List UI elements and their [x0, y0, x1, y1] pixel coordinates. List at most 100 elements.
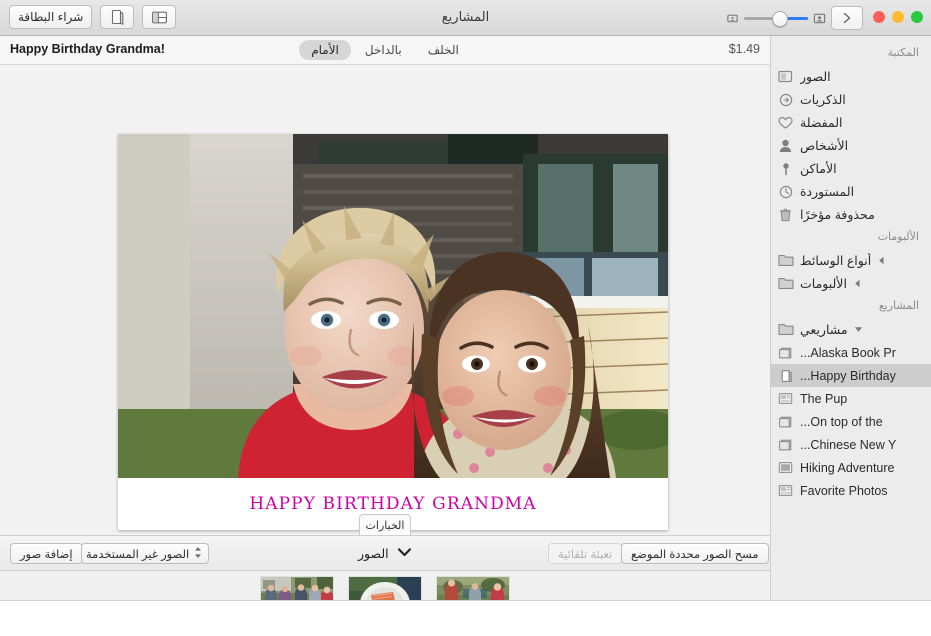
add-photos-button[interactable]: إضافة صور	[10, 543, 83, 564]
project-label: Hiking Adventure	[800, 460, 895, 475]
sidebar-section-header-albums: الألبومات	[877, 231, 919, 243]
sidebar-item-people[interactable]: الأشخاص	[771, 134, 931, 157]
project-item-happy-birthday[interactable]: Happy Birthday...	[771, 364, 931, 387]
greeting-card[interactable]: HAPPY BIRTHDAY GRANDMA	[118, 134, 668, 530]
project-label: Chinese New Y...	[800, 437, 897, 452]
add-photos-label: إضافة صور	[20, 548, 73, 561]
slider-track[interactable]	[744, 10, 808, 27]
trash-icon	[777, 207, 794, 222]
folder-icon	[777, 276, 794, 291]
book-project-icon	[777, 437, 794, 452]
card-caption-text: HAPPY BIRTHDAY GRANDMA	[249, 494, 537, 514]
chevron-down-icon[interactable]	[854, 324, 863, 335]
window-footer	[0, 600, 931, 636]
sidebar-item-media-types[interactable]: أنواع الوسائط	[771, 249, 931, 272]
segment-back[interactable]: الخلف	[416, 40, 471, 60]
unused-photos-stepper[interactable]: الصور غير المستخدمة	[81, 543, 210, 564]
layout-panel-icon	[151, 11, 167, 23]
sidebar-item-my-projects[interactable]: مشاريعي	[771, 318, 931, 341]
folder-icon	[777, 322, 794, 337]
options-tab-button[interactable]: الخيارات	[359, 514, 411, 535]
project-item-chinese-new-year[interactable]: Chinese New Y...	[771, 433, 931, 456]
card-canvas[interactable]: HAPPY BIRTHDAY GRANDMA الخيارات	[0, 65, 770, 535]
buy-card-label: شراء البطاقة	[18, 10, 84, 24]
sidebar-item-favorites[interactable]: المفضلة	[771, 111, 931, 134]
project-sub-toolbar: Happy Birthday Grandma! $1.49 الأمام بال…	[0, 36, 770, 65]
stepper-arrows-icon[interactable]	[194, 546, 202, 562]
sidebar-item-recently-deleted[interactable]: محذوفة مؤخرًا	[771, 203, 931, 226]
sidebar-label: أنواع الوسائط	[800, 254, 872, 268]
sidebar-item-imported[interactable]: المستوردة	[771, 180, 931, 203]
sidebar-label: الأماكن	[800, 162, 837, 176]
minimize-button[interactable]	[892, 11, 904, 23]
segment-front[interactable]: الأمام	[299, 40, 351, 60]
sidebar-item-places[interactable]: الأماكن	[771, 157, 931, 180]
sidebar-item-photos[interactable]: الصور	[771, 65, 931, 88]
unused-photos-label: الصور غير المستخدمة	[86, 548, 190, 561]
card-side-segmented-control[interactable]: الأمام بالداخل الخلف	[255, 40, 515, 60]
sidebar-label: الأشخاص	[800, 139, 849, 153]
project-label: Alaska Book Pr...	[800, 345, 896, 360]
photos-popup-button[interactable]: الصور	[358, 542, 412, 564]
pin-icon	[777, 161, 794, 176]
card-project-icon	[777, 368, 794, 383]
project-item-hiking-adventure[interactable]: Hiking Adventure	[771, 456, 931, 479]
small-thumbnail-icon	[813, 13, 826, 23]
project-label: Happy Birthday...	[800, 368, 896, 383]
options-tab-label: الخيارات	[365, 519, 405, 532]
sidebar-section-header-library: المكتبة	[887, 47, 919, 59]
clock-icon	[777, 184, 794, 199]
project-item-on-top-of-the[interactable]: On top of the...	[771, 410, 931, 433]
folder-icon	[777, 253, 794, 268]
sidebar-label: المستوردة	[800, 185, 855, 199]
book-project-icon	[777, 345, 794, 360]
buy-card-button[interactable]: شراء البطاقة	[9, 5, 93, 29]
chevron-left-icon[interactable]	[853, 278, 862, 289]
chevron-down-icon[interactable]	[397, 546, 412, 560]
bottom-toolbar: إضافة صور الصور غير المستخدمة الصور تعبئ…	[0, 535, 770, 571]
maximize-button[interactable]	[911, 11, 923, 23]
project-item-alaska-book[interactable]: Alaska Book Pr...	[771, 341, 931, 364]
sidebar-section-header-projects: المشاريع	[878, 300, 919, 312]
project-price: $1.49	[728, 42, 760, 56]
clear-placed-label: مسح الصور محددة الموضع	[631, 548, 759, 561]
project-title: Happy Birthday Grandma!	[10, 42, 165, 56]
thumbnail-size-slider[interactable]	[726, 9, 826, 27]
book-project-icon	[777, 414, 794, 429]
left-toolbar-group: شراء البطاقة	[9, 5, 177, 29]
clear-placed-photos-button[interactable]: مسح الصور محددة الموضع	[621, 543, 769, 564]
card-preview-button[interactable]	[100, 5, 135, 29]
sidebar-label: الصور	[800, 70, 831, 84]
sidebar-label: مشاريعي	[800, 323, 848, 337]
sidebar: المكتبة الصور الذكريات المفضلة الأشخاص ا…	[770, 36, 931, 636]
slider-knob[interactable]	[772, 11, 789, 27]
sidebar-item-albums[interactable]: الألبومات	[771, 272, 931, 295]
sidebar-item-memories[interactable]: الذكريات	[771, 88, 931, 111]
slideshow-project-icon	[777, 483, 794, 498]
chevron-left-icon[interactable]	[877, 255, 886, 266]
next-page-button[interactable]	[831, 6, 863, 30]
memories-icon	[777, 92, 794, 107]
project-label: Favorite Photos	[800, 483, 888, 498]
project-label: The Pup	[800, 391, 848, 406]
main-content: Happy Birthday Grandma! $1.49 الأمام بال…	[0, 36, 770, 636]
sidebar-label: الذكريات	[800, 93, 846, 107]
large-thumbnail-icon	[727, 14, 738, 22]
segment-inside[interactable]: بالداخل	[353, 40, 414, 60]
person-icon	[777, 138, 794, 153]
close-button[interactable]	[873, 11, 885, 23]
card-page-icon	[111, 9, 124, 25]
autofill-label: تعبئة تلقائية	[558, 548, 613, 561]
project-item-favorite-photos[interactable]: Favorite Photos	[771, 479, 931, 502]
project-label: On top of the...	[800, 414, 883, 429]
photos-icon	[777, 69, 794, 84]
autofill-button[interactable]: تعبئة تلقائية	[548, 543, 623, 564]
card-photo[interactable]	[118, 134, 668, 478]
traffic-light-group	[873, 11, 923, 23]
sidebar-label: محذوفة مؤخرًا	[800, 208, 875, 222]
layout-toggle-button[interactable]	[142, 5, 177, 29]
slideshow-project-icon	[777, 391, 794, 406]
project-item-the-pup[interactable]: The Pup	[771, 387, 931, 410]
sidebar-label: المفضلة	[800, 116, 843, 130]
photos-popup-label: الصور	[358, 546, 389, 561]
